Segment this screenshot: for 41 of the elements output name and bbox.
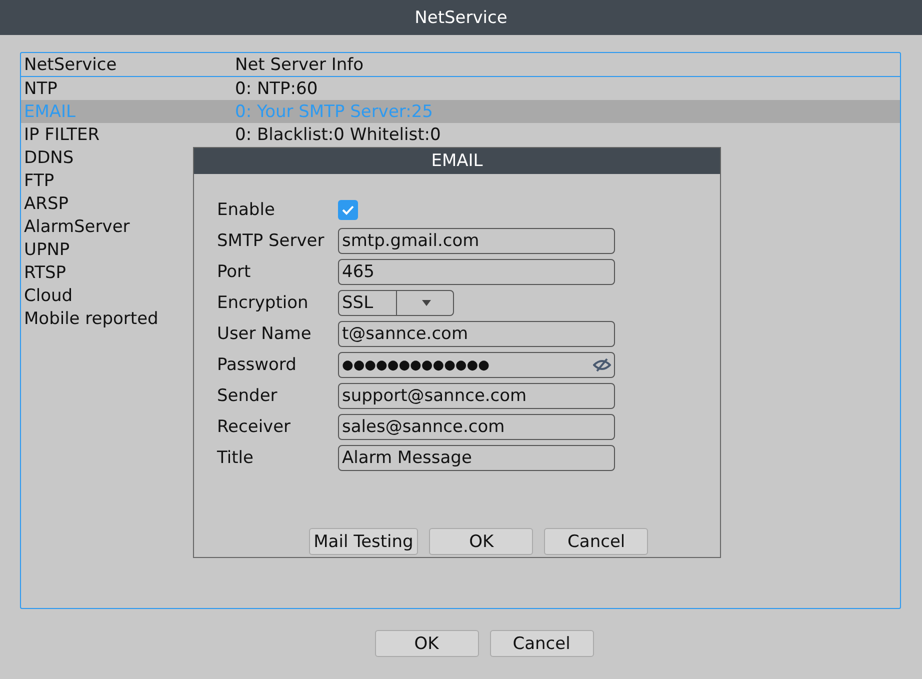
field-label: Password — [217, 355, 298, 375]
field-label: Encryption — [217, 293, 310, 313]
table-cell: NTP — [24, 78, 58, 98]
service-row[interactable]: NTP 0: NTP:60 — [21, 77, 900, 100]
field-label: Sender — [217, 386, 278, 406]
hidden-eye-icon[interactable] — [593, 358, 611, 372]
table-cell: 0: Your SMTP Server:25 — [235, 102, 433, 122]
service-row[interactable]: IP FILTER 0: Blacklist:0 Whitelist:0 — [21, 123, 900, 146]
dialog-button[interactable]: Cancel — [490, 630, 594, 657]
dialog-button[interactable]: Cancel — [544, 528, 648, 555]
field-label: Enable — [217, 200, 276, 220]
field-label: Port — [217, 262, 252, 282]
table-cell: FTP — [24, 170, 54, 190]
field-label: Title — [217, 448, 254, 468]
dialog-button[interactable]: Mail Testing — [308, 528, 418, 555]
table-cell: Mobile reported — [24, 308, 158, 328]
encryption-dropdown[interactable]: SSL — [338, 290, 454, 316]
table-cell: AlarmServer — [24, 216, 130, 236]
table-cell: EMAIL — [24, 102, 76, 122]
field-label: Receiver — [217, 417, 292, 437]
input-field[interactable]: t@sannce.com — [338, 321, 615, 347]
input-field[interactable]: sales@sannce.com — [338, 414, 615, 440]
dialog-button[interactable]: OK — [429, 528, 534, 555]
enable-checkbox[interactable] — [338, 200, 358, 220]
window-title: NetService — [0, 0, 922, 35]
table-cell: 0: Blacklist:0 Whitelist:0 — [235, 124, 441, 144]
table-cell: IP FILTER — [24, 124, 100, 144]
input-field[interactable]: Alarm Message — [338, 445, 615, 471]
input-field[interactable]: smtp.gmail.com — [338, 228, 615, 254]
dialog-title: EMAIL — [194, 148, 720, 174]
column-header: Net Server Info — [235, 54, 364, 74]
input-field[interactable]: support@sannce.com — [338, 383, 615, 409]
table-cell: 0: NTP:60 — [235, 78, 318, 98]
input-field[interactable]: 465 — [338, 259, 615, 285]
column-header: NetService — [24, 54, 117, 74]
check-icon — [341, 204, 355, 216]
field-label: SMTP Server — [217, 231, 326, 251]
password-field[interactable]: ●●●●●●●●●●●●● — [338, 352, 615, 378]
dialog-button[interactable]: OK — [374, 630, 478, 657]
field-label: User Name — [217, 324, 312, 344]
caret-icon — [422, 300, 431, 306]
